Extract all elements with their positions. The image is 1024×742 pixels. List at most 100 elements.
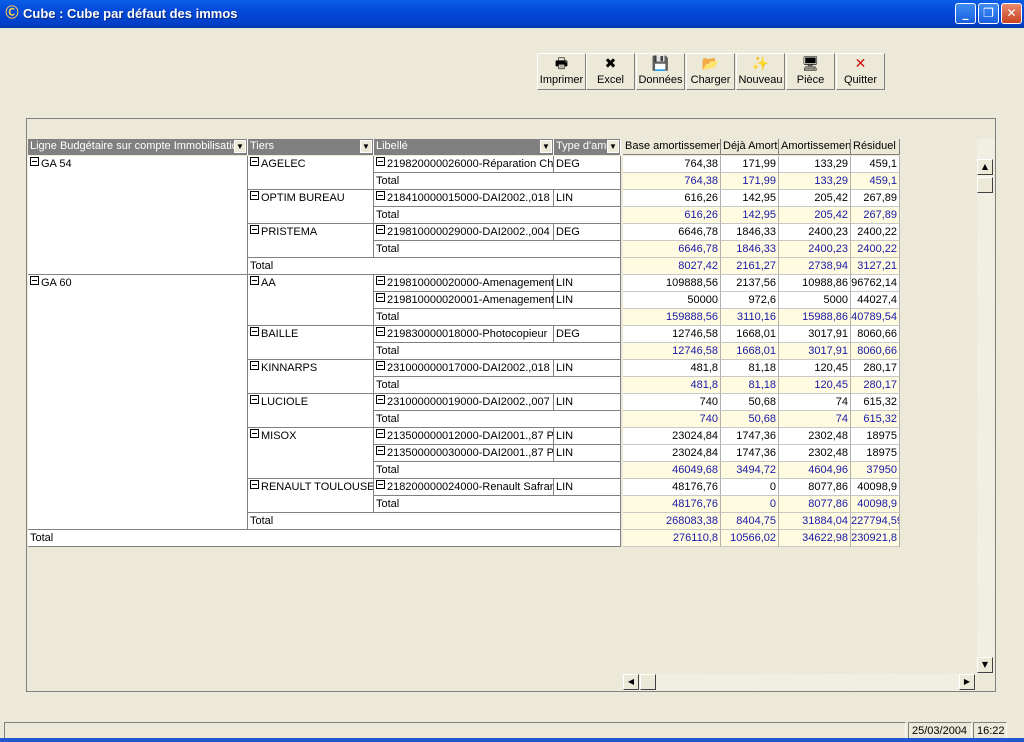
collapse-icon[interactable] [250,191,259,200]
tiers-total-value[interactable]: 8077,86 [779,496,851,513]
value-column-header[interactable]: Base amortissement [623,139,721,155]
collapse-icon[interactable] [250,225,259,234]
excel-button[interactable]: ✖ Excel [586,53,635,90]
row-dimension-header[interactable]: Ligne Budgétaire sur compte Immobilisati… [28,139,248,155]
tiers-total-value[interactable]: 1846,33 [721,241,779,258]
collapse-icon[interactable] [250,480,259,489]
tiers-total-value[interactable]: 12746,58 [623,343,721,360]
item-value[interactable]: 50000 [623,292,721,309]
item-value[interactable]: 1747,36 [721,428,779,445]
collapse-icon[interactable] [376,157,385,166]
scroll-right-button[interactable]: ▶ [959,674,975,690]
tiers-total-value[interactable]: 3017,91 [779,343,851,360]
item-value[interactable]: 1747,36 [721,445,779,462]
tiers-total-value[interactable]: 3494,72 [721,462,779,479]
grand-total-value[interactable]: 230921,8 [851,530,900,547]
tiers-total-value[interactable]: 267,89 [851,207,900,224]
tiers-total-value[interactable]: 481,8 [623,377,721,394]
tiers-total-value[interactable]: 2400,23 [779,241,851,258]
scroll-up-button[interactable]: ▲ [977,159,993,175]
item-value[interactable]: 133,29 [779,156,851,173]
item-value[interactable]: 3017,91 [779,326,851,343]
item-value[interactable]: 0 [721,479,779,496]
tiers-total-value[interactable]: 171,99 [721,173,779,190]
item-value[interactable]: 1668,01 [721,326,779,343]
item-value[interactable]: 23024,84 [623,428,721,445]
tiers-total-value[interactable]: 74 [779,411,851,428]
close-button[interactable]: ✕ [1001,3,1022,24]
item-value[interactable]: 5000 [779,292,851,309]
item-value[interactable]: 120,45 [779,360,851,377]
tiers-total-value[interactable]: 142,95 [721,207,779,224]
item-value[interactable]: 10988,86 [779,275,851,292]
tiers-total-value[interactable]: 459,1 [851,173,900,190]
item-value[interactable]: 40098,9 [851,479,900,496]
tiers-total-value[interactable]: 120,45 [779,377,851,394]
item-value[interactable]: 81,18 [721,360,779,377]
collapse-icon[interactable] [376,446,385,455]
item-value[interactable]: 280,17 [851,360,900,377]
collapse-icon[interactable] [376,191,385,200]
tiers-total-value[interactable]: 740 [623,411,721,428]
quitter-button[interactable]: ✕ Quitter [836,53,885,90]
tiers-total-value[interactable]: 133,29 [779,173,851,190]
collapse-icon[interactable] [250,327,259,336]
tiers-total-value[interactable]: 37950 [851,462,900,479]
item-value[interactable]: 12746,58 [623,326,721,343]
item-value[interactable]: 48176,76 [623,479,721,496]
vertical-scrollbar[interactable]: ▲ ▼ [977,139,994,674]
collapse-icon[interactable] [376,395,385,404]
row-dimension-header[interactable]: Libellé ▼ [374,139,554,155]
item-value[interactable]: 74 [779,394,851,411]
tiers-total-value[interactable]: 50,68 [721,411,779,428]
item-value[interactable]: 740 [623,394,721,411]
dropdown-arrow-icon[interactable]: ▼ [540,140,552,153]
item-value[interactable]: 1846,33 [721,224,779,241]
tiers-total-value[interactable]: 205,42 [779,207,851,224]
value-column-header[interactable]: Amortissement [779,139,851,155]
item-value[interactable]: 44027,4 [851,292,900,309]
tiers-total-value[interactable]: 15988,86 [779,309,851,326]
tiers-total-value[interactable]: 46049,68 [623,462,721,479]
nouveau-button[interactable]: ✨ Nouveau [736,53,785,90]
grand-total-value[interactable]: 34622,98 [779,530,851,547]
item-value[interactable]: 972,6 [721,292,779,309]
item-value[interactable]: 96762,14 [851,275,900,292]
collapse-icon[interactable] [250,157,259,166]
item-value[interactable]: 2400,23 [779,224,851,241]
collapse-icon[interactable] [376,429,385,438]
item-value[interactable]: 109888,56 [623,275,721,292]
item-value[interactable]: 2302,48 [779,445,851,462]
collapse-icon[interactable] [376,225,385,234]
item-value[interactable]: 18975 [851,445,900,462]
group-total-value[interactable]: 8404,75 [721,513,779,530]
tiers-total-value[interactable]: 81,18 [721,377,779,394]
tiers-total-value[interactable]: 40789,54 [851,309,900,326]
value-column-header[interactable]: Résiduel [851,139,900,155]
tiers-total-value[interactable]: 0 [721,496,779,513]
item-value[interactable]: 2400,22 [851,224,900,241]
group-total-value[interactable]: 2161,27 [721,258,779,275]
item-value[interactable]: 8077,86 [779,479,851,496]
collapse-icon[interactable] [376,276,385,285]
collapse-icon[interactable] [376,293,385,302]
charger-button[interactable]: 📂 Charger [686,53,735,90]
tiers-total-value[interactable]: 6646,78 [623,241,721,258]
item-value[interactable]: 481,8 [623,360,721,377]
piece-button[interactable]: 🖥 Pièce [786,53,835,90]
item-value[interactable]: 205,42 [779,190,851,207]
collapse-icon[interactable] [250,361,259,370]
tiers-total-value[interactable]: 616,26 [623,207,721,224]
collapse-icon[interactable] [250,276,259,285]
group-total-value[interactable]: 2738,94 [779,258,851,275]
tiers-total-value[interactable]: 764,38 [623,173,721,190]
item-value[interactable]: 8060,66 [851,326,900,343]
item-value[interactable]: 267,89 [851,190,900,207]
tiers-total-value[interactable]: 40098,9 [851,496,900,513]
collapse-icon[interactable] [250,429,259,438]
grand-total-value[interactable]: 276110,8 [623,530,721,547]
item-value[interactable]: 6646,78 [623,224,721,241]
scroll-down-button[interactable]: ▼ [977,657,993,673]
dropdown-arrow-icon[interactable]: ▼ [607,140,619,153]
item-value[interactable]: 2302,48 [779,428,851,445]
